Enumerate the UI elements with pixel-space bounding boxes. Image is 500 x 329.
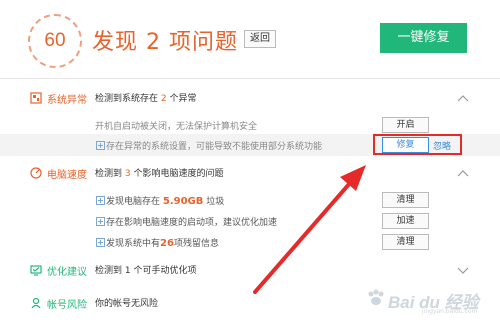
page-title: 发现 2 项问题 (92, 30, 238, 55)
section-system-desc: 检测到系统存在 2 个异常 (95, 94, 197, 104)
section-system-name: 系统异常 (47, 95, 87, 106)
accelerate-button[interactable]: 加速 (382, 213, 429, 229)
speedometer-icon (30, 167, 42, 179)
expand-plus-icon[interactable] (96, 217, 105, 226)
chevron-down-icon[interactable] (457, 265, 469, 275)
chevron-up-icon[interactable] (457, 93, 469, 103)
section-account-name: 帐号风险 (47, 300, 87, 311)
expand-plus-icon[interactable] (96, 196, 105, 205)
row-text: 存在影响电脑速度的启动项，建议优化加速 (106, 218, 278, 228)
list-item: 发现系统中有26项残留信息 清理 (0, 231, 500, 253)
section-system-header[interactable]: 系统异常 检测到系统存在 2 个异常 (0, 87, 500, 109)
clean-button[interactable]: 清理 (382, 192, 429, 208)
section-optimize-header[interactable]: 优化建议 检测到 1 个可手动优化项 (0, 259, 500, 281)
watermark: Bai du 经验 jingyan.baidu.com (366, 286, 486, 316)
list-item: 发现电脑存在 5.90GB 垃圾 清理 (0, 189, 500, 211)
row-text: 发现电脑存在 5.90GB 垃圾 (106, 196, 225, 207)
system-warning-icon (30, 92, 42, 104)
account-shield-icon (31, 297, 41, 309)
section-optimize-desc: 检测到 1 个可手动优化项 (95, 266, 197, 276)
result-header: 60 发现 2 项问题 返回 一键修复 (0, 0, 500, 78)
section-account-desc: 你的帐号无风险 (95, 299, 159, 309)
paw-logo-icon (368, 289, 384, 305)
monitor-check-icon (30, 265, 42, 276)
header-divider (0, 78, 500, 79)
list-item: 开机自启动被关闭，无法保护计算机安全 开启 (0, 114, 500, 136)
chevron-up-icon[interactable] (457, 168, 469, 178)
back-button[interactable]: 返回 (244, 30, 276, 48)
score-circle: 60 (28, 14, 82, 68)
fix-all-button[interactable]: 一键修复 (380, 23, 467, 53)
row-text: 发现系统中有26项残留信息 (106, 238, 219, 249)
section-speed-desc: 检测到 3 个影响电脑速度的问题 (95, 169, 224, 179)
annotation-highlight-box (373, 134, 462, 155)
section-speed-header[interactable]: 电脑速度 检测到 3 个影响电脑速度的问题 (0, 162, 500, 184)
row-text: 存在异常的系统设置，可能导致不能使用部分系统功能 (106, 142, 323, 152)
watermark-url: jingyan.baidu.com (422, 308, 478, 315)
clean-button[interactable]: 清理 (382, 234, 429, 250)
section-optimize-name: 优化建议 (47, 267, 87, 278)
enable-button[interactable]: 开启 (382, 117, 429, 133)
expand-plus-icon[interactable] (96, 238, 105, 247)
row-text: 开机自启动被关闭，无法保护计算机安全 (95, 122, 258, 132)
list-item: 存在影响电脑速度的启动项，建议优化加速 加速 (0, 210, 500, 232)
expand-plus-icon[interactable] (96, 141, 105, 150)
section-speed-name: 电脑速度 (47, 170, 87, 181)
